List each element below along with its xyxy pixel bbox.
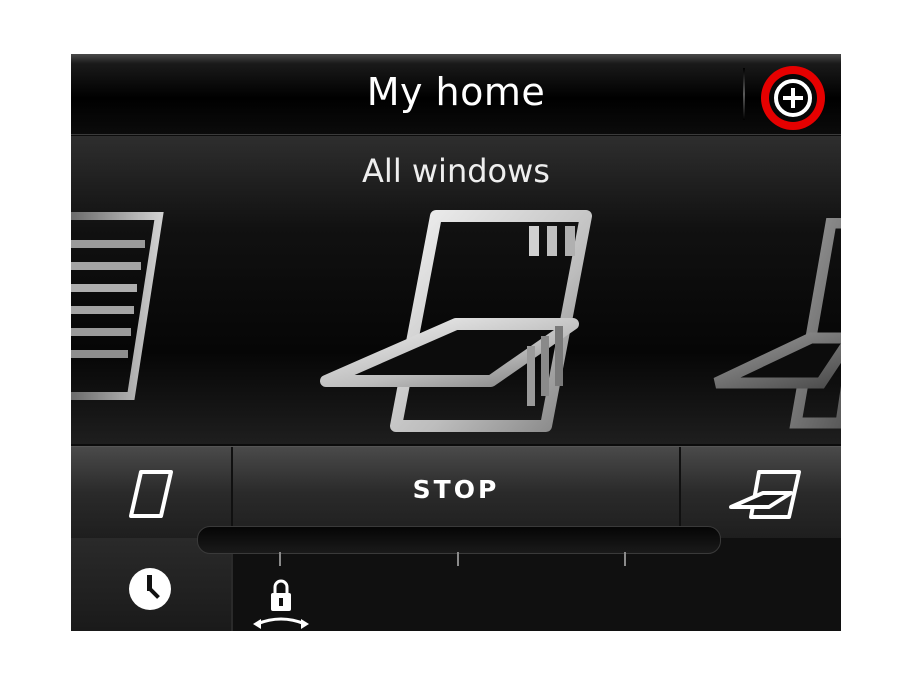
group-name: All windows bbox=[362, 152, 550, 190]
page-title: My home bbox=[366, 70, 546, 114]
slider-tick bbox=[457, 552, 459, 566]
plus-circle-icon bbox=[774, 79, 812, 117]
window-open-icon bbox=[729, 470, 801, 519]
lock-position-icon[interactable] bbox=[249, 578, 313, 631]
slider-tick bbox=[279, 552, 281, 566]
window-open-large-icon[interactable] bbox=[311, 206, 611, 446]
app-screen: My home All windows STOP bbox=[71, 54, 841, 631]
add-button[interactable] bbox=[761, 66, 825, 130]
clock-icon bbox=[129, 568, 171, 610]
shutter-icon[interactable] bbox=[71, 206, 171, 406]
timer-bar bbox=[71, 526, 841, 631]
device-carousel[interactable]: All windows bbox=[71, 136, 841, 460]
window-open-icon-next[interactable] bbox=[711, 218, 841, 438]
position-slider[interactable] bbox=[197, 526, 721, 554]
header-bar: My home bbox=[71, 54, 841, 135]
header-divider bbox=[743, 68, 745, 120]
window-closed-icon bbox=[129, 470, 173, 518]
slider-tick bbox=[624, 552, 626, 566]
